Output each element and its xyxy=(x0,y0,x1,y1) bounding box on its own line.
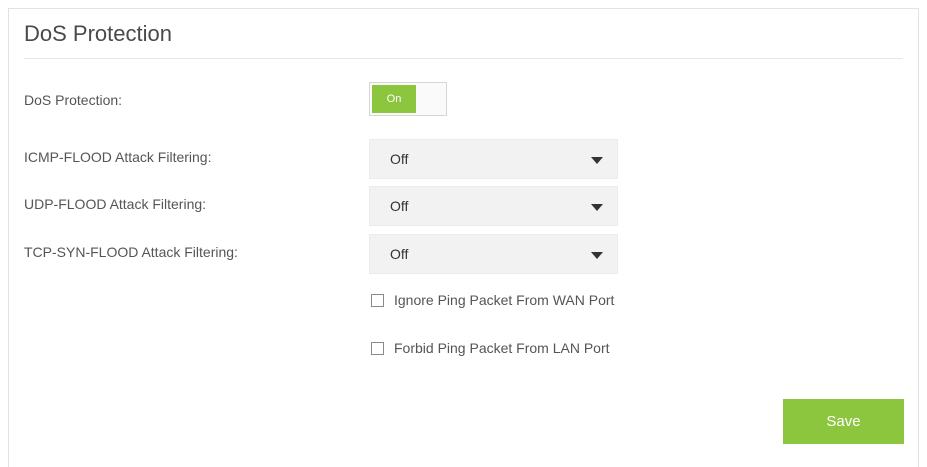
toggle-on-state: On xyxy=(372,85,416,113)
icmp-flood-value: Off xyxy=(390,151,409,167)
title-divider xyxy=(24,58,903,59)
dos-protection-toggle[interactable]: On xyxy=(369,82,447,116)
udp-flood-value: Off xyxy=(390,198,409,214)
forbid-lan-ping-checkbox[interactable] xyxy=(371,341,384,355)
save-button[interactable]: Save xyxy=(783,399,904,444)
tcp-syn-flood-select[interactable]: Off xyxy=(369,234,618,274)
forbid-lan-ping-option[interactable]: Forbid Ping Packet From LAN Port xyxy=(371,340,610,356)
chevron-down-icon xyxy=(591,204,603,211)
chevron-down-icon xyxy=(591,157,603,164)
icmp-flood-label: ICMP-FLOOD Attack Filtering: xyxy=(24,149,212,165)
icmp-flood-select[interactable]: Off xyxy=(369,139,618,179)
panel-title: DoS Protection xyxy=(24,21,172,46)
ignore-wan-ping-label: Ignore Ping Packet From WAN Port xyxy=(394,292,615,308)
forbid-lan-ping-label: Forbid Ping Packet From LAN Port xyxy=(394,340,610,356)
ignore-wan-ping-option[interactable]: Ignore Ping Packet From WAN Port xyxy=(371,292,614,308)
tcp-syn-flood-label: TCP-SYN-FLOOD Attack Filtering: xyxy=(24,244,238,260)
udp-flood-label: UDP-FLOOD Attack Filtering: xyxy=(24,196,207,212)
chevron-down-icon xyxy=(591,252,603,259)
dos-protection-label: DoS Protection: xyxy=(24,92,123,108)
tcp-syn-flood-value: Off xyxy=(390,246,409,262)
ignore-wan-ping-checkbox[interactable] xyxy=(371,293,384,307)
udp-flood-select[interactable]: Off xyxy=(369,186,618,226)
